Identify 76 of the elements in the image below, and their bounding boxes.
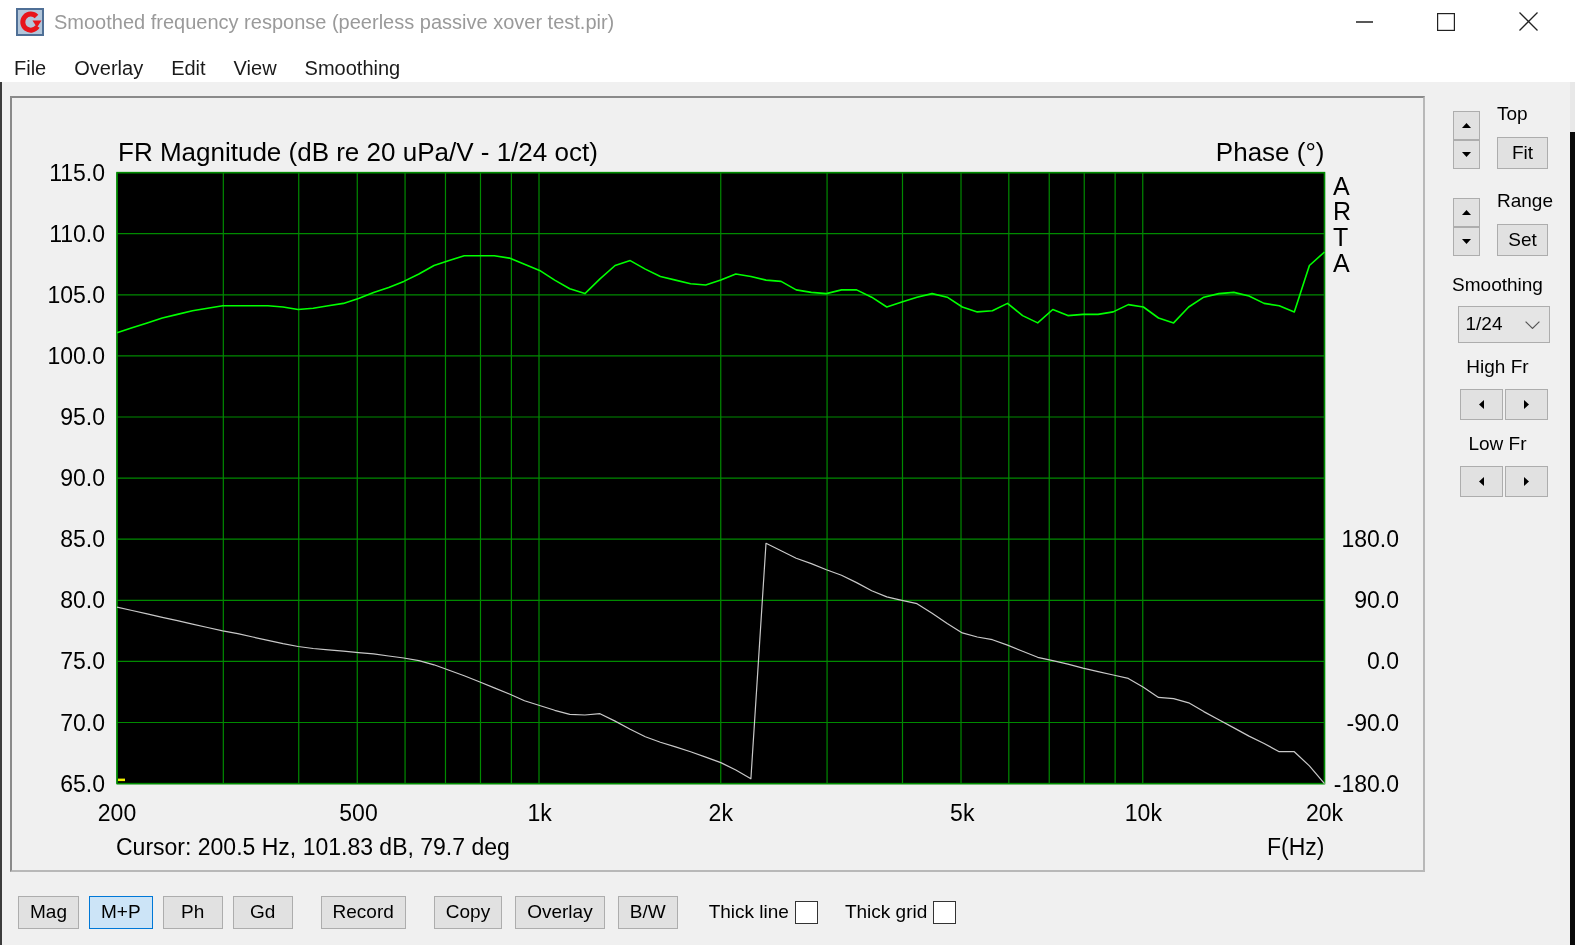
cursor-marker-icon	[118, 778, 125, 782]
axis-tick-label: 1k	[527, 800, 552, 826]
up-triangle-icon	[1462, 210, 1471, 215]
axis-tick-label: 65.0	[60, 770, 105, 797]
axis-title: Phase (°)	[1215, 136, 1325, 167]
step-left-button[interactable]	[1459, 389, 1503, 420]
axis-title: F(Hz)	[1267, 833, 1325, 860]
axis-tick-label: 115.0	[49, 159, 105, 186]
close-icon	[1518, 12, 1538, 31]
toolbar-button[interactable]: Ph	[162, 896, 223, 929]
toolbar-button[interactable]: Record	[320, 896, 406, 929]
left-triangle-icon	[1478, 477, 1484, 486]
spin-up-button[interactable]	[1453, 198, 1480, 227]
axis-tick-label: 5k	[950, 800, 975, 826]
chevron-down-icon	[1524, 320, 1540, 329]
down-triangle-icon	[1462, 239, 1471, 244]
axis-tick-label: 0.0	[1367, 648, 1399, 675]
control-label: Low Fr	[1468, 433, 1527, 455]
app-logo-icon	[16, 7, 44, 36]
action-button[interactable]: Fit	[1497, 137, 1548, 169]
toolbar-button[interactable]: B/W	[617, 896, 678, 929]
chart-title: FR Magnitude (dB re 20 uPa/V - 1/24 oct)	[118, 136, 598, 167]
control-label: Top	[1497, 103, 1528, 125]
axis-tick-label: 105.0	[47, 281, 105, 308]
menu-item[interactable]: Edit	[157, 56, 220, 80]
checkbox-label: Thick grid	[844, 900, 928, 925]
left-triangle-icon	[1478, 400, 1484, 409]
dropdown-field[interactable]: 1/24	[1457, 306, 1550, 343]
axis-tick-label: 10k	[1124, 800, 1162, 826]
toolbar-button[interactable]: Copy	[433, 896, 503, 929]
toolbar-button[interactable]: Mag	[18, 896, 79, 929]
axis-tick-label: 70.0	[60, 709, 105, 736]
spin-up-button[interactable]	[1453, 111, 1480, 140]
control-label: Smoothing	[1452, 274, 1543, 296]
axis-tick-label: 110.0	[49, 220, 105, 247]
menu-item[interactable]: View	[219, 56, 291, 80]
axis-tick-label: 100.0	[47, 342, 105, 369]
up-triangle-icon	[1462, 123, 1471, 128]
control-label: Range	[1497, 190, 1553, 212]
step-right-button[interactable]	[1504, 466, 1548, 497]
checkbox[interactable]	[794, 901, 818, 924]
axis-tick-label: 180.0	[1341, 526, 1399, 553]
right-triangle-icon	[1523, 477, 1529, 486]
axis-tick-label: 85.0	[60, 526, 105, 553]
axis-tick-label: 90.0	[60, 465, 105, 492]
axis-tick-label: 90.0	[1354, 587, 1399, 614]
axis-tick-label: 2k	[708, 800, 733, 826]
checkbox-label: Thick line	[708, 900, 789, 925]
action-button[interactable]: Set	[1497, 224, 1548, 256]
menu-item[interactable]: Overlay	[60, 56, 158, 80]
toolbar-button[interactable]: Gd	[232, 896, 293, 929]
step-right-button[interactable]	[1504, 389, 1548, 420]
toolbar-button[interactable]: M+P	[88, 896, 153, 929]
vertical-label: ARTA	[1333, 171, 1352, 277]
checkbox[interactable]	[933, 901, 957, 924]
axis-tick-label: 200	[97, 800, 137, 826]
menu-item[interactable]: Smoothing	[290, 56, 415, 80]
minimize-icon	[1355, 20, 1373, 23]
right-triangle-icon	[1523, 400, 1529, 409]
axis-tick-label: -180.0	[1333, 770, 1399, 797]
axis-tick-label: 95.0	[60, 404, 105, 430]
toolbar-button[interactable]: Overlay	[515, 896, 605, 929]
menu-item[interactable]: File	[0, 56, 61, 80]
axis-tick-label: 500	[339, 800, 378, 826]
down-triangle-icon	[1462, 152, 1471, 157]
cursor-readout: Cursor: 200.5 Hz, 101.83 dB, 79.7 deg	[116, 833, 510, 860]
maximize-icon	[1437, 12, 1455, 31]
axis-tick-label: 20k	[1305, 800, 1344, 826]
axis-tick-label: 80.0	[60, 587, 105, 614]
control-label: High Fr	[1466, 356, 1529, 378]
axis-tick-label: 75.0	[60, 648, 105, 675]
step-left-button[interactable]	[1459, 466, 1503, 497]
spin-down-button[interactable]	[1453, 227, 1480, 256]
spin-down-button[interactable]	[1453, 140, 1480, 169]
window-title: Smoothed frequency response (peerless passive xover test.pir)	[54, 9, 615, 35]
axis-tick-label: -90.0	[1346, 709, 1399, 736]
